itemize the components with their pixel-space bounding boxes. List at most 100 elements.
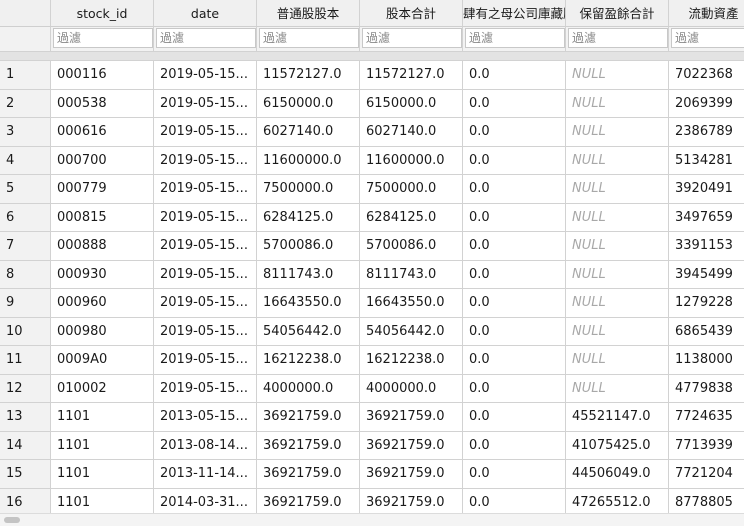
table-cell[interactable]: 36921759.0 xyxy=(257,460,360,489)
table-cell[interactable]: 5700086.0 xyxy=(257,232,360,261)
filter-input-common-stock[interactable] xyxy=(259,28,359,48)
table-cell[interactable]: 1101 xyxy=(51,431,154,460)
table-cell[interactable]: 16643550.0 xyxy=(360,289,463,318)
column-header-stock-id[interactable]: stock_id xyxy=(51,0,154,27)
table-cell[interactable]: NULL xyxy=(566,260,669,289)
table-cell[interactable]: 11600000.0 xyxy=(257,146,360,175)
table-cell[interactable]: 6865439 xyxy=(669,318,744,346)
row-number[interactable]: 15 xyxy=(0,460,51,489)
table-row[interactable]: 2 000538 2019-05-15... 6150000.0 6150000.0 0.… xyxy=(0,89,744,118)
table-cell[interactable]: 8111743.0 xyxy=(360,260,463,289)
table-cell[interactable]: 4779838 xyxy=(669,375,744,403)
table-row[interactable]: 4 000700 2019-05-15... 11600000.0 11600000.0… xyxy=(0,146,744,175)
table-cell[interactable]: 000700 xyxy=(51,146,154,175)
row-number[interactable]: 6 xyxy=(0,203,51,232)
table-cell[interactable]: 5134281 xyxy=(669,147,744,175)
table-cell[interactable]: 000116 xyxy=(51,61,154,90)
table-cell[interactable]: 000538 xyxy=(51,89,154,118)
table-cell[interactable]: 6284125.0 xyxy=(360,203,463,232)
row-number[interactable]: 3 xyxy=(0,118,51,147)
table-cell[interactable]: 0.0 xyxy=(463,146,566,175)
horizontal-scrollbar[interactable] xyxy=(0,513,744,526)
table-cell[interactable]: 010002 xyxy=(51,374,154,403)
table-cell[interactable]: 2019-05-15... xyxy=(154,61,257,90)
table-cell[interactable]: 0.0 xyxy=(463,317,566,346)
filter-input-current-assets[interactable] xyxy=(671,28,744,48)
table-cell[interactable]: 4000000.0 xyxy=(360,374,463,403)
table-cell[interactable]: 2019-05-15... xyxy=(154,346,257,375)
table-cell[interactable]: 2019-05-15... xyxy=(154,374,257,403)
table-cell[interactable]: 7721204 xyxy=(669,460,744,489)
table-cell[interactable]: 11600000.0 xyxy=(360,146,463,175)
table-row[interactable]: 6 000815 2019-05-15... 6284125.0 6284125.0 0.… xyxy=(0,203,744,232)
table-cell[interactable]: 1101 xyxy=(51,403,154,432)
column-header-retained-earnings[interactable]: 保留盈餘合計 xyxy=(566,0,669,27)
table-cell[interactable]: 6027140.0 xyxy=(257,118,360,147)
table-cell[interactable]: 000616 xyxy=(51,118,154,147)
table-cell[interactable]: 3945499 xyxy=(669,261,744,289)
table-cell[interactable]: 3391153 xyxy=(669,232,744,261)
row-number[interactable]: 13 xyxy=(0,403,51,432)
table-cell[interactable]: 2019-05-15... xyxy=(154,118,257,147)
table-cell[interactable]: 36921759.0 xyxy=(360,460,463,489)
table-row[interactable]: 14 1101 2013-08-14... 36921759.0 36921759.0 0… xyxy=(0,431,744,460)
table-cell[interactable]: 2013-11-14... xyxy=(154,460,257,489)
header-corner[interactable] xyxy=(0,0,51,27)
table-cell[interactable]: 2019-05-15... xyxy=(154,146,257,175)
row-number[interactable]: 14 xyxy=(0,431,51,460)
table-cell[interactable]: 54056442.0 xyxy=(360,317,463,346)
row-number[interactable]: 1 xyxy=(0,61,51,90)
table-row[interactable]: 12 010002 2019-05-15... 4000000.0 4000000.0 0… xyxy=(0,374,744,403)
table-cell[interactable]: 0.0 xyxy=(463,61,566,90)
row-number[interactable]: 11 xyxy=(0,346,51,375)
table-row[interactable]: 10 000980 2019-05-15... 54056442.0 54056442.… xyxy=(0,317,744,346)
table-cell[interactable]: 3920491 xyxy=(669,175,744,204)
table-cell[interactable]: 36921759.0 xyxy=(257,403,360,432)
table-cell[interactable]: 6150000.0 xyxy=(360,89,463,118)
row-number[interactable]: 8 xyxy=(0,260,51,289)
filter-input-total-capital[interactable] xyxy=(362,28,462,48)
filter-input-treasury-stock[interactable] xyxy=(465,28,565,48)
table-cell[interactable]: 2013-05-15... xyxy=(154,403,257,432)
table-cell[interactable]: 16212238.0 xyxy=(360,346,463,375)
table-cell[interactable]: 2019-05-15... xyxy=(154,260,257,289)
row-number[interactable]: 12 xyxy=(0,374,51,403)
row-number[interactable]: 2 xyxy=(0,89,51,118)
table-cell[interactable]: 41075425.0 xyxy=(566,431,669,460)
table-cell[interactable]: NULL xyxy=(566,61,669,90)
table-cell[interactable]: 36921759.0 xyxy=(360,403,463,432)
table-cell[interactable]: 3497659 xyxy=(669,204,744,232)
column-header-current-assets[interactable]: 流動資產 xyxy=(669,0,744,27)
table-cell[interactable]: 1279228 xyxy=(669,289,744,318)
table-cell[interactable]: 44506049.0 xyxy=(566,460,669,489)
table-cell[interactable]: NULL xyxy=(566,175,669,204)
table-row[interactable]: 7 000888 2019-05-15... 5700086.0 5700086.0 0.… xyxy=(0,232,744,261)
table-cell[interactable]: 7500000.0 xyxy=(257,175,360,204)
table-cell[interactable]: 4000000.0 xyxy=(257,374,360,403)
table-cell[interactable]: 45521147.0 xyxy=(566,403,669,432)
table-row[interactable]: 13 1101 2013-05-15... 36921759.0 36921759.0 0… xyxy=(0,403,744,432)
table-cell[interactable]: 2019-05-15... xyxy=(154,317,257,346)
row-number[interactable]: 7 xyxy=(0,232,51,261)
table-cell[interactable]: NULL xyxy=(566,203,669,232)
table-cell[interactable]: 0.0 xyxy=(463,118,566,147)
table-cell[interactable]: NULL xyxy=(566,346,669,375)
table-cell[interactable]: 000815 xyxy=(51,203,154,232)
table-cell[interactable]: 0009A0 xyxy=(51,346,154,375)
table-cell[interactable]: 7713939 xyxy=(669,432,744,460)
column-header-treasury-stock[interactable]: 肆有之母公司庫藏股 xyxy=(463,0,566,27)
scrollbar-thumb[interactable] xyxy=(4,517,20,523)
table-cell[interactable]: 7724635 xyxy=(669,403,744,432)
row-number[interactable]: 4 xyxy=(0,146,51,175)
table-cell[interactable]: 0.0 xyxy=(463,346,566,375)
table-cell[interactable]: 6150000.0 xyxy=(257,89,360,118)
row-number[interactable]: 5 xyxy=(0,175,51,204)
table-cell[interactable]: 0.0 xyxy=(463,374,566,403)
table-cell[interactable]: 0.0 xyxy=(463,403,566,432)
table-cell[interactable]: 36921759.0 xyxy=(360,431,463,460)
table-row[interactable]: 15 1101 2013-11-14... 36921759.0 36921759.0 0… xyxy=(0,460,744,489)
table-cell[interactable]: NULL xyxy=(566,317,669,346)
table-row[interactable]: 11 0009A0 2019-05-15... 16212238.0 16212238.… xyxy=(0,346,744,375)
table-cell[interactable]: 0.0 xyxy=(463,260,566,289)
row-number[interactable]: 9 xyxy=(0,289,51,318)
